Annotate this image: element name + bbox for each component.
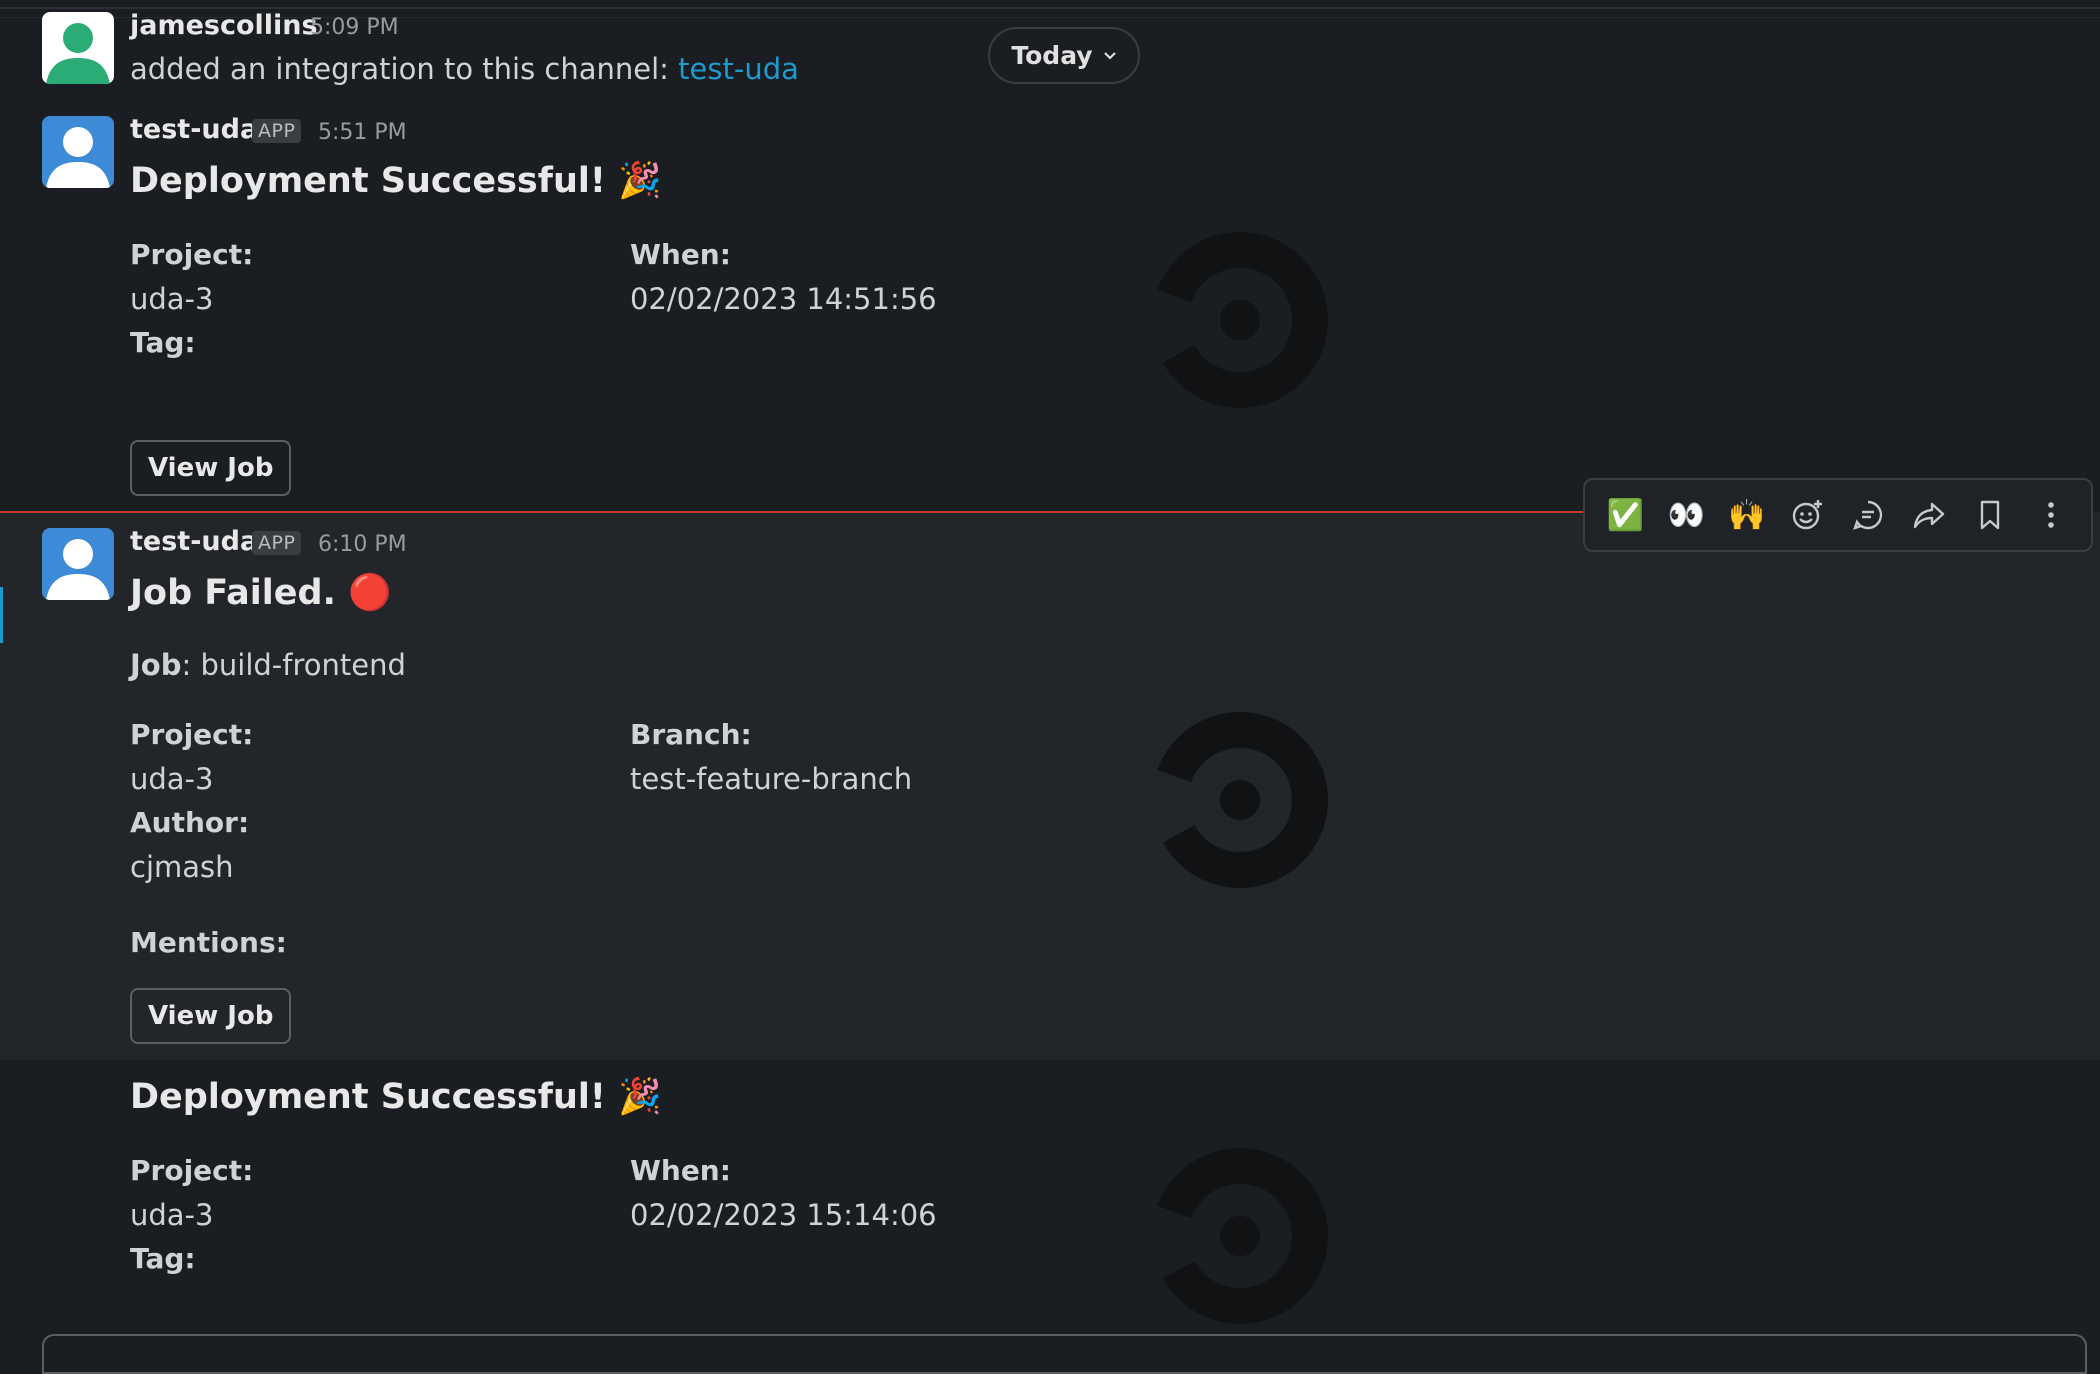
message-author[interactable]: test-uda	[130, 526, 258, 557]
party-popper-emoji: 🎉	[618, 1077, 662, 1117]
field-label-tag: Tag:	[130, 326, 196, 359]
heading-text: Job Failed.	[130, 573, 336, 613]
chevron-down-icon	[1103, 51, 1116, 60]
save-for-later-button[interactable]	[1966, 491, 2014, 539]
user-avatar-icon	[42, 528, 114, 600]
field-label-project: Project:	[130, 238, 254, 271]
more-actions-button[interactable]	[2027, 491, 2075, 539]
view-job-button[interactable]: View Job	[130, 440, 292, 496]
white-check-mark-reaction-button[interactable]: ✅	[1601, 491, 1649, 539]
reply-in-thread-button[interactable]	[1844, 491, 1892, 539]
eyes-reaction-button[interactable]: 👀	[1662, 491, 1710, 539]
message-author[interactable]: test-uda	[130, 114, 258, 145]
top-divider	[0, 7, 2100, 9]
message-composer[interactable]	[42, 1334, 2087, 1374]
party-popper-emoji: 🎉	[618, 161, 662, 201]
app-badge: APP	[252, 119, 302, 143]
message-heading: Deployment Successful! 🎉	[130, 1076, 662, 1117]
field-label-branch: Branch:	[630, 718, 752, 751]
avatar-test-uda[interactable]	[42, 528, 114, 600]
job-label: Job	[130, 648, 182, 682]
heading-text: Deployment Successful!	[130, 1077, 606, 1117]
add-reaction-icon	[1792, 500, 1822, 530]
field-label-mentions: Mentions:	[130, 926, 287, 959]
field-value-author: cjmash	[130, 850, 234, 884]
field-label-author: Author:	[130, 806, 250, 839]
field-label-when: When:	[630, 1154, 731, 1187]
message-timestamp[interactable]: 6:10 PM	[318, 532, 407, 557]
message-text: added an integration to this channel: te…	[130, 52, 799, 86]
field-value-branch: test-feature-branch	[630, 762, 913, 796]
circleci-logo-icon	[1152, 232, 1328, 408]
more-actions-icon	[2047, 502, 2054, 528]
avatar-test-uda[interactable]	[42, 116, 114, 188]
field-value-project: uda-3	[130, 1198, 214, 1232]
share-icon	[1913, 502, 1945, 529]
message-author[interactable]: jamescollins	[130, 10, 318, 41]
field-label-when: When:	[630, 238, 731, 271]
view-job-button[interactable]: View Job	[130, 988, 292, 1044]
field-label-tag: Tag:	[130, 1242, 196, 1275]
circleci-logo-icon	[1152, 712, 1328, 888]
raised-hands-reaction-button[interactable]: 🙌	[1723, 491, 1771, 539]
field-value-project: uda-3	[130, 762, 214, 796]
raised-hands-emoji: 🙌	[1728, 497, 1766, 533]
field-value-project: uda-3	[130, 282, 214, 316]
eyes-emoji: 👀	[1667, 497, 1705, 533]
white-check-mark-emoji: ✅	[1606, 497, 1645, 533]
job-line: Job: build-frontend	[130, 648, 406, 682]
circleci-logo-icon	[1152, 1148, 1328, 1324]
reply-in-thread-icon	[1853, 500, 1883, 530]
field-value-when: 02/02/2023 14:51:56	[630, 282, 937, 316]
user-avatar-icon	[42, 116, 114, 188]
field-value-when: 02/02/2023 15:14:06	[630, 1198, 937, 1232]
message-timestamp[interactable]: 5:51 PM	[318, 120, 407, 145]
red-circle-emoji: 🔴	[348, 573, 392, 613]
new-messages-divider	[0, 511, 1585, 513]
message-timestamp[interactable]: 5:09 PM	[310, 15, 399, 40]
date-divider-today-button[interactable]: Today	[988, 27, 1140, 84]
field-label-project: Project:	[130, 718, 254, 751]
message-actions-toolbar: ✅ 👀 🙌	[1583, 478, 2093, 552]
job-value: : build-frontend	[181, 648, 406, 682]
avatar-jamescollins[interactable]	[42, 12, 114, 84]
add-reaction-button[interactable]	[1784, 491, 1832, 539]
unread-indicator-bar	[0, 587, 3, 643]
date-divider-label: Today	[1011, 41, 1093, 70]
app-badge: APP	[252, 531, 302, 555]
share-message-button[interactable]	[1905, 491, 1953, 539]
field-label-project: Project:	[130, 1154, 254, 1187]
heading-text: Deployment Successful!	[130, 161, 606, 201]
integration-link[interactable]: test-uda	[678, 52, 799, 86]
message-heading: Deployment Successful! 🎉	[130, 160, 662, 201]
message-text-prefix: added an integration to this channel:	[130, 52, 679, 86]
message-heading: Job Failed. 🔴	[130, 572, 392, 613]
user-avatar-icon	[42, 12, 114, 84]
bookmark-icon	[1980, 500, 2000, 530]
